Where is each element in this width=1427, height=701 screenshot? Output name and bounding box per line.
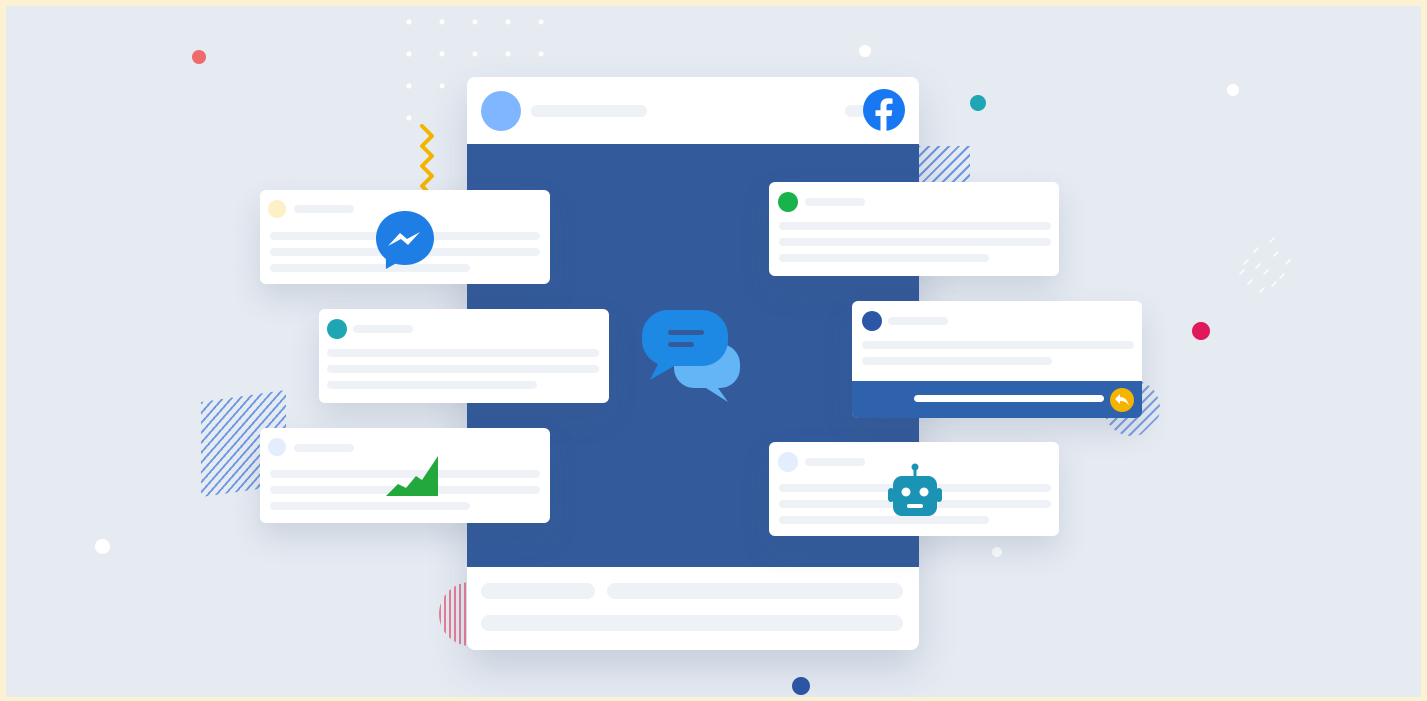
placeholder-line [327, 365, 599, 373]
decor-hatch [918, 146, 970, 184]
reply-bar [852, 381, 1142, 418]
placeholder-line [353, 325, 413, 333]
illustration-canvas [0, 0, 1427, 701]
decor-dot-red [192, 50, 206, 64]
placeholder-line [779, 222, 1051, 230]
avatar [327, 319, 347, 339]
decor-dot-pink [1192, 322, 1210, 340]
placeholder-line [531, 105, 647, 117]
decor-dot-teal [970, 95, 986, 111]
reply-card [852, 301, 1142, 418]
placeholder-line [327, 349, 599, 357]
message-card [319, 309, 609, 403]
decor-dot-navy [792, 677, 810, 695]
facebook-icon [863, 89, 905, 131]
avatar [862, 311, 882, 331]
placeholder-line [779, 238, 1051, 246]
robot-icon [888, 463, 942, 516]
placeholder-line [481, 583, 595, 599]
placeholder-line [327, 381, 537, 389]
reply-input [914, 395, 1104, 402]
placeholder-line [779, 254, 989, 262]
chatbot-card [769, 442, 1059, 536]
placeholder-line [862, 341, 1134, 349]
placeholder-line [294, 205, 354, 213]
message-card [769, 182, 1059, 276]
growth-chart-icon [386, 456, 438, 496]
decor-speckle [1239, 237, 1291, 293]
placeholder-line [862, 357, 1052, 365]
decor-dot-white [95, 539, 110, 554]
avatar [481, 91, 521, 131]
decor-dot-white [1227, 84, 1239, 96]
placeholder-line [805, 458, 865, 466]
avatar [778, 452, 798, 472]
chat-bubbles-icon [642, 310, 740, 402]
messenger-card [260, 190, 550, 284]
placeholder-line [779, 516, 989, 524]
analytics-card [260, 428, 550, 523]
placeholder-line [607, 583, 903, 599]
decor-dot-white [859, 45, 871, 57]
avatar [778, 192, 798, 212]
placeholder-line [294, 444, 354, 452]
avatar [268, 438, 286, 456]
decor-dot-white [992, 547, 1002, 557]
reply-arrow-icon [1110, 388, 1134, 412]
placeholder-line [270, 502, 470, 510]
decor-zigzag [420, 124, 434, 196]
placeholder-line [270, 264, 470, 272]
messenger-icon [376, 211, 434, 269]
placeholder-line [481, 615, 903, 631]
placeholder-line [888, 317, 948, 325]
avatar [268, 200, 286, 218]
placeholder-line [805, 198, 865, 206]
